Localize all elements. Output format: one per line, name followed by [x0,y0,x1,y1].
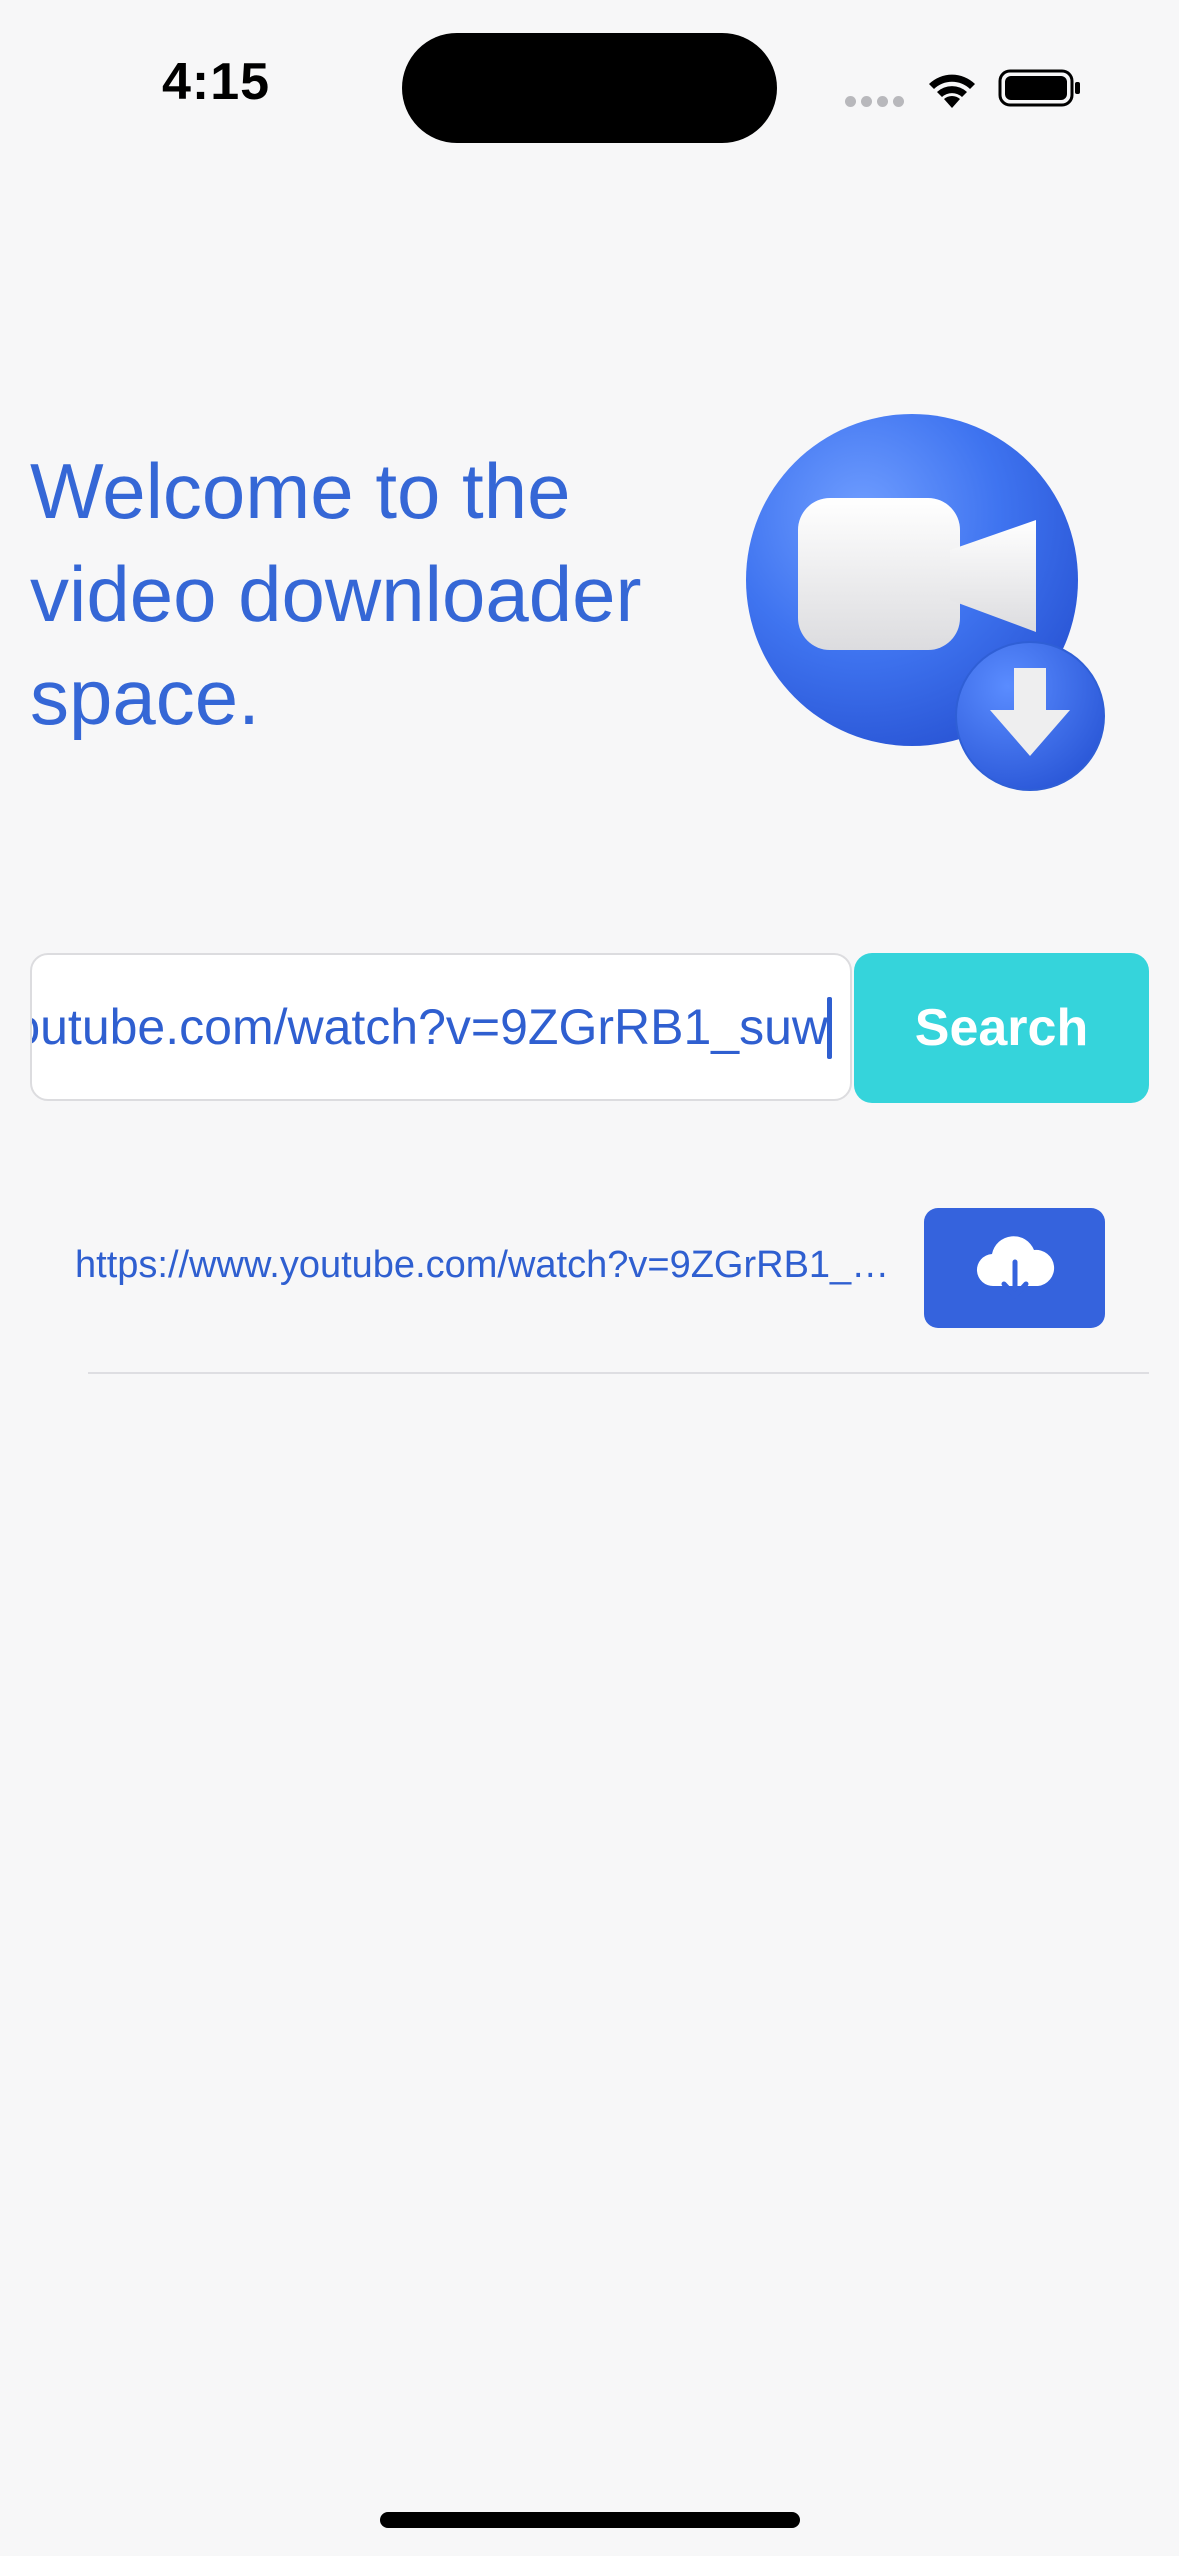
video-camera-download-icon [746,414,1105,791]
app-screen: 4:15 Welcome to the video downloader spa… [0,0,1179,2556]
wifi-icon [929,74,975,108]
status-bar: 4:15 [0,0,1179,170]
welcome-line-3: space. [30,653,260,741]
dynamic-island [402,33,777,143]
search-button[interactable]: Search [854,953,1149,1103]
text-cursor [827,997,832,1059]
status-time: 4:15 [162,53,271,111]
home-indicator [380,2512,800,2528]
video-url-input-value: https://www.youtube.com/watch?v=9ZGrRB1_… [32,999,828,1055]
download-button[interactable] [924,1208,1105,1328]
result-url: https://www.youtube.com/watch?v=9ZGrRB1_… [75,1244,895,1286]
cloud-download-icon [976,1236,1055,1299]
video-url-input[interactable]: https://www.youtube.com/watch?v=9ZGrRB1_… [30,953,852,1101]
list-item: https://www.youtube.com/watch?v=9ZGrRB1_… [0,1190,1179,1375]
list-divider [88,1372,1149,1374]
welcome-heading: Welcome to the video downloader space. [30,440,710,749]
cellular-signal-icon [845,96,905,107]
battery-icon [998,69,1080,107]
welcome-line-1: Welcome to the [30,447,571,535]
welcome-line-2: video downloader [30,550,642,638]
